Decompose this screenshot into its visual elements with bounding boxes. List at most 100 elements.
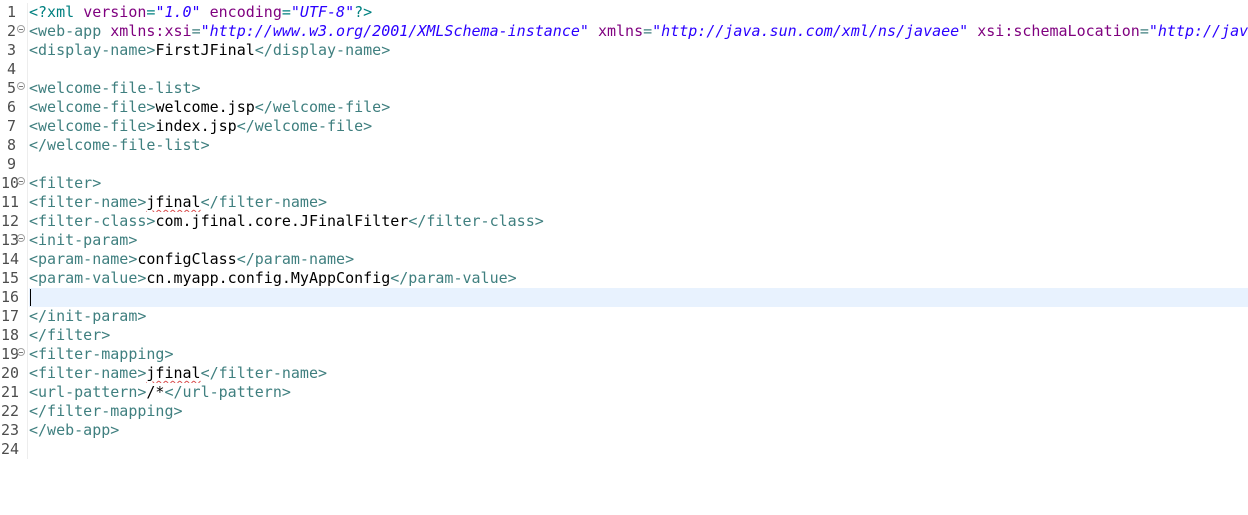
line-number-row: 8 (0, 136, 27, 155)
line-number-row: 4 (0, 60, 27, 79)
xml-tag-token: </filter-name> (200, 364, 328, 382)
line-number: 2 (6, 22, 16, 40)
element-text-token: index.jsp (155, 117, 237, 135)
code-line[interactable]: <param-name>configClass</param-name> (29, 250, 1248, 269)
code-line[interactable]: </init-param> (29, 307, 1248, 326)
code-line[interactable]: <filter-mapping> (29, 345, 1248, 364)
attribute-name-token: encoding (209, 3, 282, 21)
code-line[interactable]: </web-app> (29, 421, 1248, 440)
attribute-value-token: "http://java.sun.com/xml/ns/javaee" (652, 22, 969, 40)
code-line[interactable]: <welcome-file-list> (29, 79, 1248, 98)
element-text-token: com.jfinal.core.JFinalFilter (155, 212, 409, 230)
xml-tag-token (968, 22, 977, 40)
xml-tag-token: </url-pattern> (164, 383, 291, 401)
element-text-token: welcome.jsp (155, 98, 255, 116)
xml-tag-token: <filter-mapping> (29, 345, 174, 363)
line-number: 10 (1, 174, 20, 192)
line-number-row: 18 (0, 326, 27, 345)
code-line[interactable]: </welcome-file-list> (29, 136, 1248, 155)
xml-tag-token: <param-value> (29, 269, 147, 287)
line-number: 6 (6, 98, 16, 116)
xml-tag-token: <welcome-file> (29, 98, 156, 116)
line-number: 22 (1, 402, 20, 420)
line-number-row: 23 (0, 421, 27, 440)
line-number: 16 (1, 288, 20, 306)
xml-tag-token: </param-name> (236, 250, 355, 268)
code-line[interactable]: <welcome-file>welcome.jsp</welcome-file> (29, 98, 1248, 117)
attribute-name-token: xsi:schemaLocation (977, 22, 1140, 40)
xml-declaration-token: <?xml (29, 3, 84, 21)
code-line[interactable]: <init-param> (29, 231, 1248, 250)
line-number-row: 9 (0, 155, 27, 174)
code-line[interactable]: <url-pattern>/*</url-pattern> (29, 383, 1248, 402)
attribute-value-token: "http://www.w3.org/2001/XMLSchema-instan… (200, 22, 589, 40)
line-number-row: 14 (0, 250, 27, 269)
xml-declaration-token: ?> (354, 3, 373, 21)
xml-tag-token: = (191, 22, 201, 40)
line-number-row: 22 (0, 402, 27, 421)
element-text-token: jfinal (146, 193, 201, 211)
element-text-token: jfinal (146, 364, 201, 382)
code-line[interactable]: <filter-name>jfinal</filter-name> (29, 193, 1248, 212)
xml-tag-token: </display-name> (254, 41, 391, 59)
code-line[interactable] (29, 440, 1248, 459)
attribute-value-token: "http://jav (1148, 22, 1248, 40)
line-number: 8 (6, 136, 16, 154)
xml-tag-token: <filter> (29, 174, 102, 192)
collapse-fold-icon[interactable] (17, 234, 25, 242)
xml-declaration-token: = (281, 3, 291, 21)
collapse-fold-icon[interactable] (17, 177, 25, 185)
attribute-value-token: "UTF-8" (290, 3, 355, 21)
line-number: 17 (1, 307, 20, 325)
collapse-fold-icon[interactable] (17, 82, 25, 90)
line-number: 5 (6, 79, 16, 97)
xml-tag-token: </init-param> (29, 307, 147, 325)
line-number-row: 6 (0, 98, 27, 117)
line-number: 19 (1, 345, 20, 363)
element-text-token: configClass (137, 250, 237, 268)
line-number: 11 (1, 193, 20, 211)
code-text-area[interactable]: <?xml version="1.0" encoding="UTF-8"?> <w… (27, 3, 1248, 459)
attribute-name-token: xmlns:xsi (110, 22, 192, 40)
xml-tag-token: <filter-name> (29, 193, 147, 211)
text-cursor-caret (30, 289, 31, 306)
line-number: 1 (6, 3, 16, 21)
xml-tag-token: <web-app (29, 22, 111, 40)
code-line[interactable]: <?xml version="1.0" encoding="UTF-8"?> (29, 3, 1248, 22)
collapse-fold-icon[interactable] (17, 25, 25, 33)
code-line[interactable]: <filter-name>jfinal</filter-name> (29, 364, 1248, 383)
xml-tag-token: </welcome-file> (236, 117, 373, 135)
xml-code-editor[interactable]: 1 2 3 4 5 6 7 8 9 10 11 12 13 14 15 16 17 18 19 20 21 22 23 24 … (0, 0, 1248, 515)
collapse-fold-icon[interactable] (17, 348, 25, 356)
line-number-gutter: 1 2 3 4 5 6 7 8 9 10 11 12 13 14 15 16 17 18 19 20 21 22 23 24 (0, 3, 27, 459)
code-line[interactable]: </filter> (29, 326, 1248, 345)
xml-tag-token: <url-pattern> (29, 383, 147, 401)
code-line[interactable] (29, 155, 1248, 174)
code-line[interactable]: </filter-mapping> (29, 402, 1248, 421)
xml-tag-token: </filter> (29, 326, 111, 344)
code-line[interactable] (29, 60, 1248, 79)
line-number-row: 20 (0, 364, 27, 383)
line-number: 24 (1, 440, 20, 458)
xml-tag-token: = (643, 22, 653, 40)
line-number-row: 12 (0, 212, 27, 231)
code-line[interactable]: <param-value>cn.myapp.config.MyAppConfig… (29, 269, 1248, 288)
code-line[interactable]: <welcome-file>index.jsp</welcome-file> (29, 117, 1248, 136)
current-code-line[interactable] (29, 288, 1248, 307)
code-line[interactable]: <display-name>FirstJFinal</display-name> (29, 41, 1248, 60)
attribute-value-token: "1.0" (155, 3, 201, 21)
xml-tag-token: <filter-class> (29, 212, 156, 230)
line-number-row: 1 (0, 3, 27, 22)
xml-declaration-token (201, 3, 210, 21)
line-number-row: 19 (0, 345, 27, 364)
code-line[interactable]: <filter-class>com.jfinal.core.JFinalFilt… (29, 212, 1248, 231)
line-number: 20 (1, 364, 20, 382)
xml-tag-token: <init-param> (29, 231, 138, 249)
code-line[interactable]: <web-app xmlns:xsi="http://www.w3.org/20… (29, 22, 1248, 41)
line-number-row: 11 (0, 193, 27, 212)
line-number: 23 (1, 421, 20, 439)
line-number: 3 (6, 41, 16, 59)
code-line[interactable]: <filter> (29, 174, 1248, 193)
line-number: 14 (1, 250, 20, 268)
attribute-name-token: version (83, 3, 147, 21)
